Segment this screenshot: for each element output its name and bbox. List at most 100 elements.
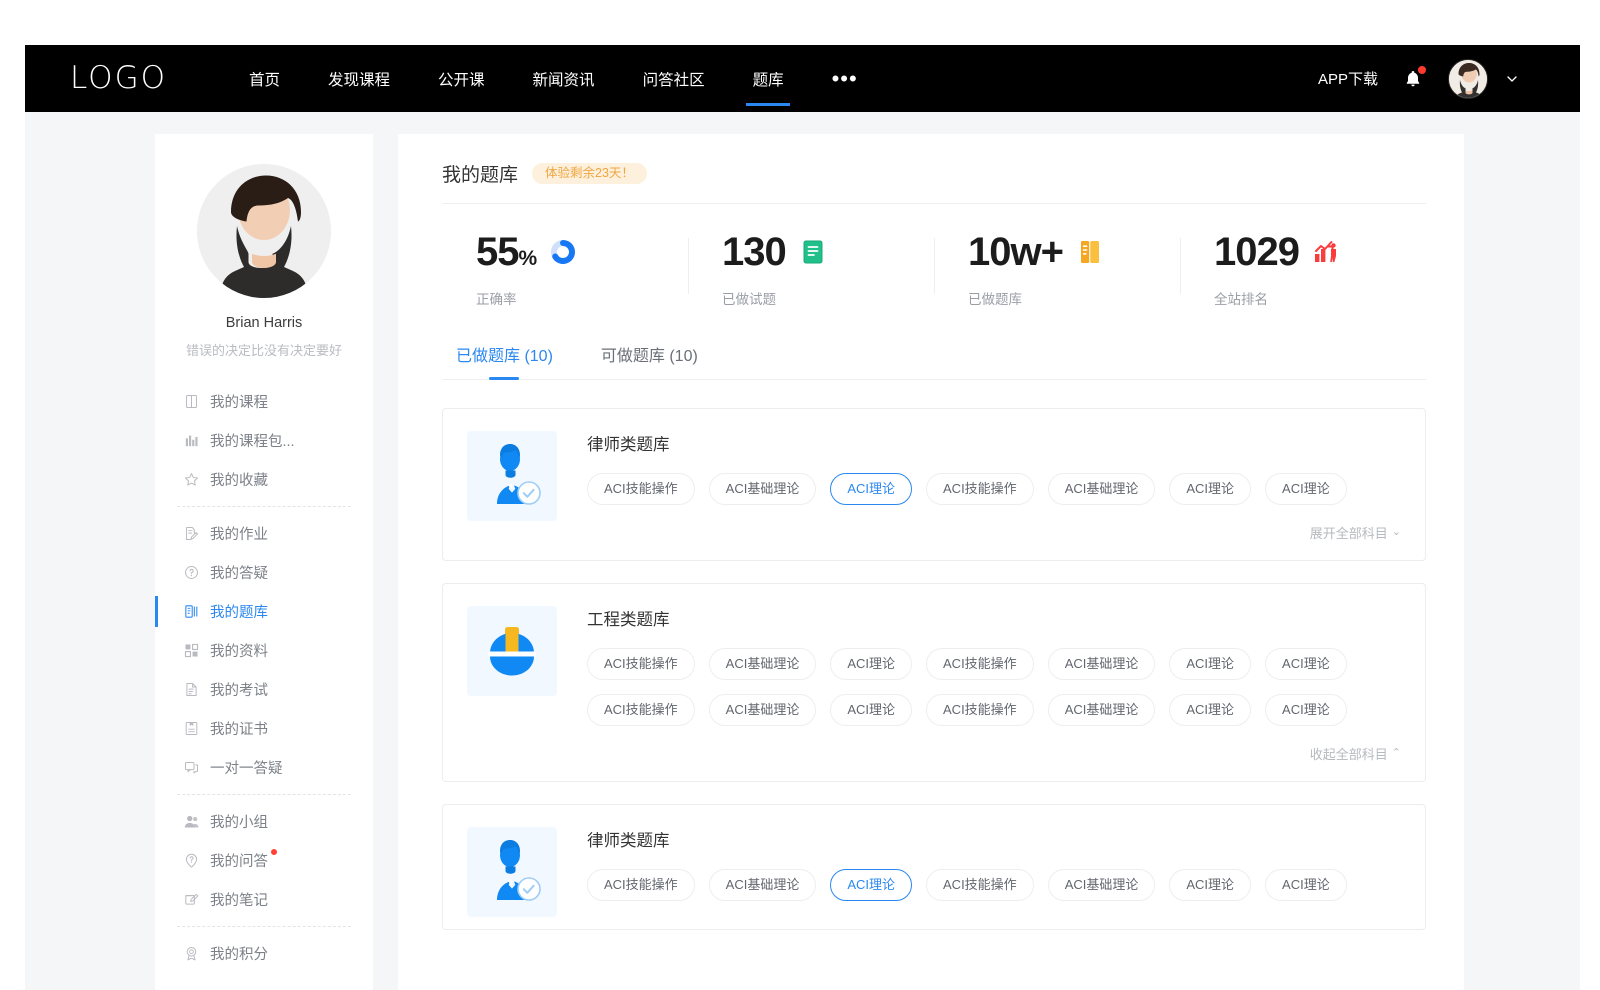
avatar[interactable] [1448, 59, 1488, 99]
star-icon [183, 471, 200, 488]
question-circle-icon [183, 564, 200, 581]
sidebar-item-3[interactable]: 我的收藏 [155, 460, 373, 499]
sidebar-item-label: 我的题库 [210, 601, 268, 622]
sidebar-divider [177, 926, 351, 927]
subject-tag[interactable]: ACI理论 [1169, 694, 1251, 726]
subject-tag[interactable]: ACI基础理论 [709, 473, 817, 505]
stat-card-1: 55% 正确率 [442, 232, 688, 308]
sidebar-item-1[interactable]: 我的课程 [155, 382, 373, 421]
subject-tag-row: ACI技能操作 ACI基础理论 ACI理论 ACI技能操作 ACI基础理论 ACI理论 AC… [587, 694, 1401, 726]
nav-item-label: 新闻资讯 [533, 68, 595, 90]
subject-tag[interactable]: ACI理论 [1169, 473, 1251, 505]
subject-tag[interactable]: ACI技能操作 [926, 694, 1034, 726]
question-bank-card: 工程类题库ACI技能操作ACI基础理论ACI理论ACI技能操作ACI基础理论AC… [442, 583, 1426, 782]
sidebar-item-2[interactable]: 我的课程包... [155, 421, 373, 460]
subject-tag[interactable]: ACI理论 [830, 648, 912, 680]
tab-2[interactable]: 可做题库 (10) [601, 342, 698, 379]
subject-tag[interactable]: ACI理论 [1265, 473, 1347, 505]
stat-value: 55% [476, 232, 536, 272]
nav-item-3[interactable]: 公开课 [414, 45, 509, 112]
caret-icon: ⌄ [1392, 527, 1401, 538]
sidebar-item-7[interactable]: 我的资料 [155, 631, 373, 670]
engineer-helmet-icon [467, 606, 557, 696]
subject-tag[interactable]: ACI技能操作 [926, 648, 1034, 680]
question-bank-icon [183, 603, 200, 620]
exam-icon [183, 681, 200, 698]
qa-pin-icon [183, 852, 200, 869]
nav-item-1[interactable]: 首页 [225, 45, 304, 112]
subject-tag[interactable]: ACI理论 [830, 869, 912, 901]
lawyer-avatar-icon [467, 827, 557, 917]
sidebar-divider [177, 506, 351, 507]
stat-card-4: 1029 全站排名 [1180, 232, 1426, 308]
subject-tag[interactable]: ACI理论 [1265, 869, 1347, 901]
page-title: 我的题库 [442, 160, 518, 187]
nav-item-2[interactable]: 发现课程 [304, 45, 414, 112]
subject-tag[interactable]: ACI技能操作 [926, 473, 1034, 505]
subject-tag[interactable]: ACI基础理论 [1048, 473, 1156, 505]
stat-value: 130 [722, 232, 786, 272]
sidebar-item-label: 我的考试 [210, 679, 268, 700]
sidebar-item-13[interactable]: 我的笔记 [155, 880, 373, 919]
sidebar-divider [177, 794, 351, 795]
card-footer: 展开全部科目⌄ [587, 519, 1401, 548]
nav-item-label: ••• [832, 66, 858, 92]
certificate-icon [183, 720, 200, 737]
question-bank-card: 律师类题库 ACI技能操作 ACI基础理论 ACI理论 ACI技能操作 ACI基础理论 AC… [442, 804, 1426, 930]
subject-tag[interactable]: ACI理论 [1265, 648, 1347, 680]
nav-item-7[interactable]: ••• [808, 45, 882, 112]
card-body: 律师类题库 ACI技能操作 ACI基础理论 ACI理论 ACI技能操作 ACI基础理论 AC… [587, 827, 1401, 917]
stat-label: 全站排名 [1214, 288, 1426, 308]
nav-item-4[interactable]: 新闻资讯 [509, 45, 619, 112]
subject-tag[interactable]: ACI技能操作 [587, 694, 695, 726]
subject-tag[interactable]: ACI理论 [1265, 694, 1347, 726]
chevron-down-icon[interactable] [1504, 71, 1520, 87]
subject-tag[interactable]: ACI基础理论 [1048, 694, 1156, 726]
subject-tag[interactable]: ACI理论 [830, 473, 912, 505]
subject-tag[interactable]: ACI技能操作 [926, 869, 1034, 901]
sidebar-item-label: 我的作业 [210, 523, 268, 544]
subject-tag[interactable]: ACI理论 [830, 694, 912, 726]
main-content: 我的题库 体验剩余23天！ 55% 正确率 130 已做试题 10w+ 已做题库… [398, 134, 1464, 990]
sidebar-item-label: 我的积分 [210, 943, 268, 964]
subject-tag[interactable]: ACI技能操作 [587, 473, 695, 505]
main-nav: 首页发现课程公开课 新闻资讯 问答社区题库 ••• [225, 45, 882, 112]
sidebar-item-label: 我的收藏 [210, 469, 268, 490]
subject-tag[interactable]: ACI基础理论 [709, 694, 817, 726]
stats-summary: 55% 正确率 130 已做试题 10w+ 已做题库 1029 全站排名 [442, 204, 1426, 328]
card-title: 律师类题库 [587, 827, 1401, 851]
subject-tag[interactable]: ACI理论 [1169, 648, 1251, 680]
nav-item-6[interactable]: 题库 [729, 45, 808, 112]
subject-tag[interactable]: ACI基础理论 [1048, 648, 1156, 680]
sidebar-item-5[interactable]: 我的答疑 [155, 553, 373, 592]
subject-tag[interactable]: ACI基础理论 [709, 648, 817, 680]
toggle-subjects-link[interactable]: 收起全部科目⌃ [1310, 744, 1401, 763]
sidebar-item-label: 我的小组 [210, 811, 268, 832]
subject-tag[interactable]: ACI基础理论 [1048, 869, 1156, 901]
notification-bell-button[interactable] [1400, 65, 1426, 93]
sidebar-item-8[interactable]: 我的考试 [155, 670, 373, 709]
sidebar-item-9[interactable]: 我的证书 [155, 709, 373, 748]
nav-item-5[interactable]: 问答社区 [619, 45, 729, 112]
toggle-subjects-link[interactable]: 展开全部科目⌄ [1310, 523, 1401, 542]
caret-icon: ⌃ [1392, 748, 1401, 759]
medal-icon [183, 945, 200, 962]
tab-1[interactable]: 已做题库 (10) [456, 342, 553, 379]
app-download-link[interactable]: APP下载 [1318, 68, 1378, 89]
sidebar-item-label: 我的课程包... [210, 430, 295, 451]
sidebar-item-10[interactable]: 一对一答疑 [155, 748, 373, 787]
card-title: 律师类题库 [587, 431, 1401, 455]
stat-value-row: 1029 [1214, 232, 1426, 272]
sidebar-item-4[interactable]: 我的作业 [155, 514, 373, 553]
site-logo[interactable]: LOGO [70, 63, 167, 94]
subject-tag[interactable]: ACI基础理论 [709, 869, 817, 901]
profile-avatar[interactable] [197, 164, 331, 298]
subject-tag[interactable]: ACI技能操作 [587, 648, 695, 680]
subject-tag[interactable]: ACI理论 [1169, 869, 1251, 901]
sidebar-item-6[interactable]: 我的题库 [155, 592, 373, 631]
sidebar-item-14[interactable]: 我的积分 [155, 934, 373, 973]
materials-icon [183, 642, 200, 659]
subject-tag[interactable]: ACI技能操作 [587, 869, 695, 901]
sidebar-item-11[interactable]: 我的小组 [155, 802, 373, 841]
sidebar-item-12[interactable]: 我的问答 [155, 841, 373, 880]
